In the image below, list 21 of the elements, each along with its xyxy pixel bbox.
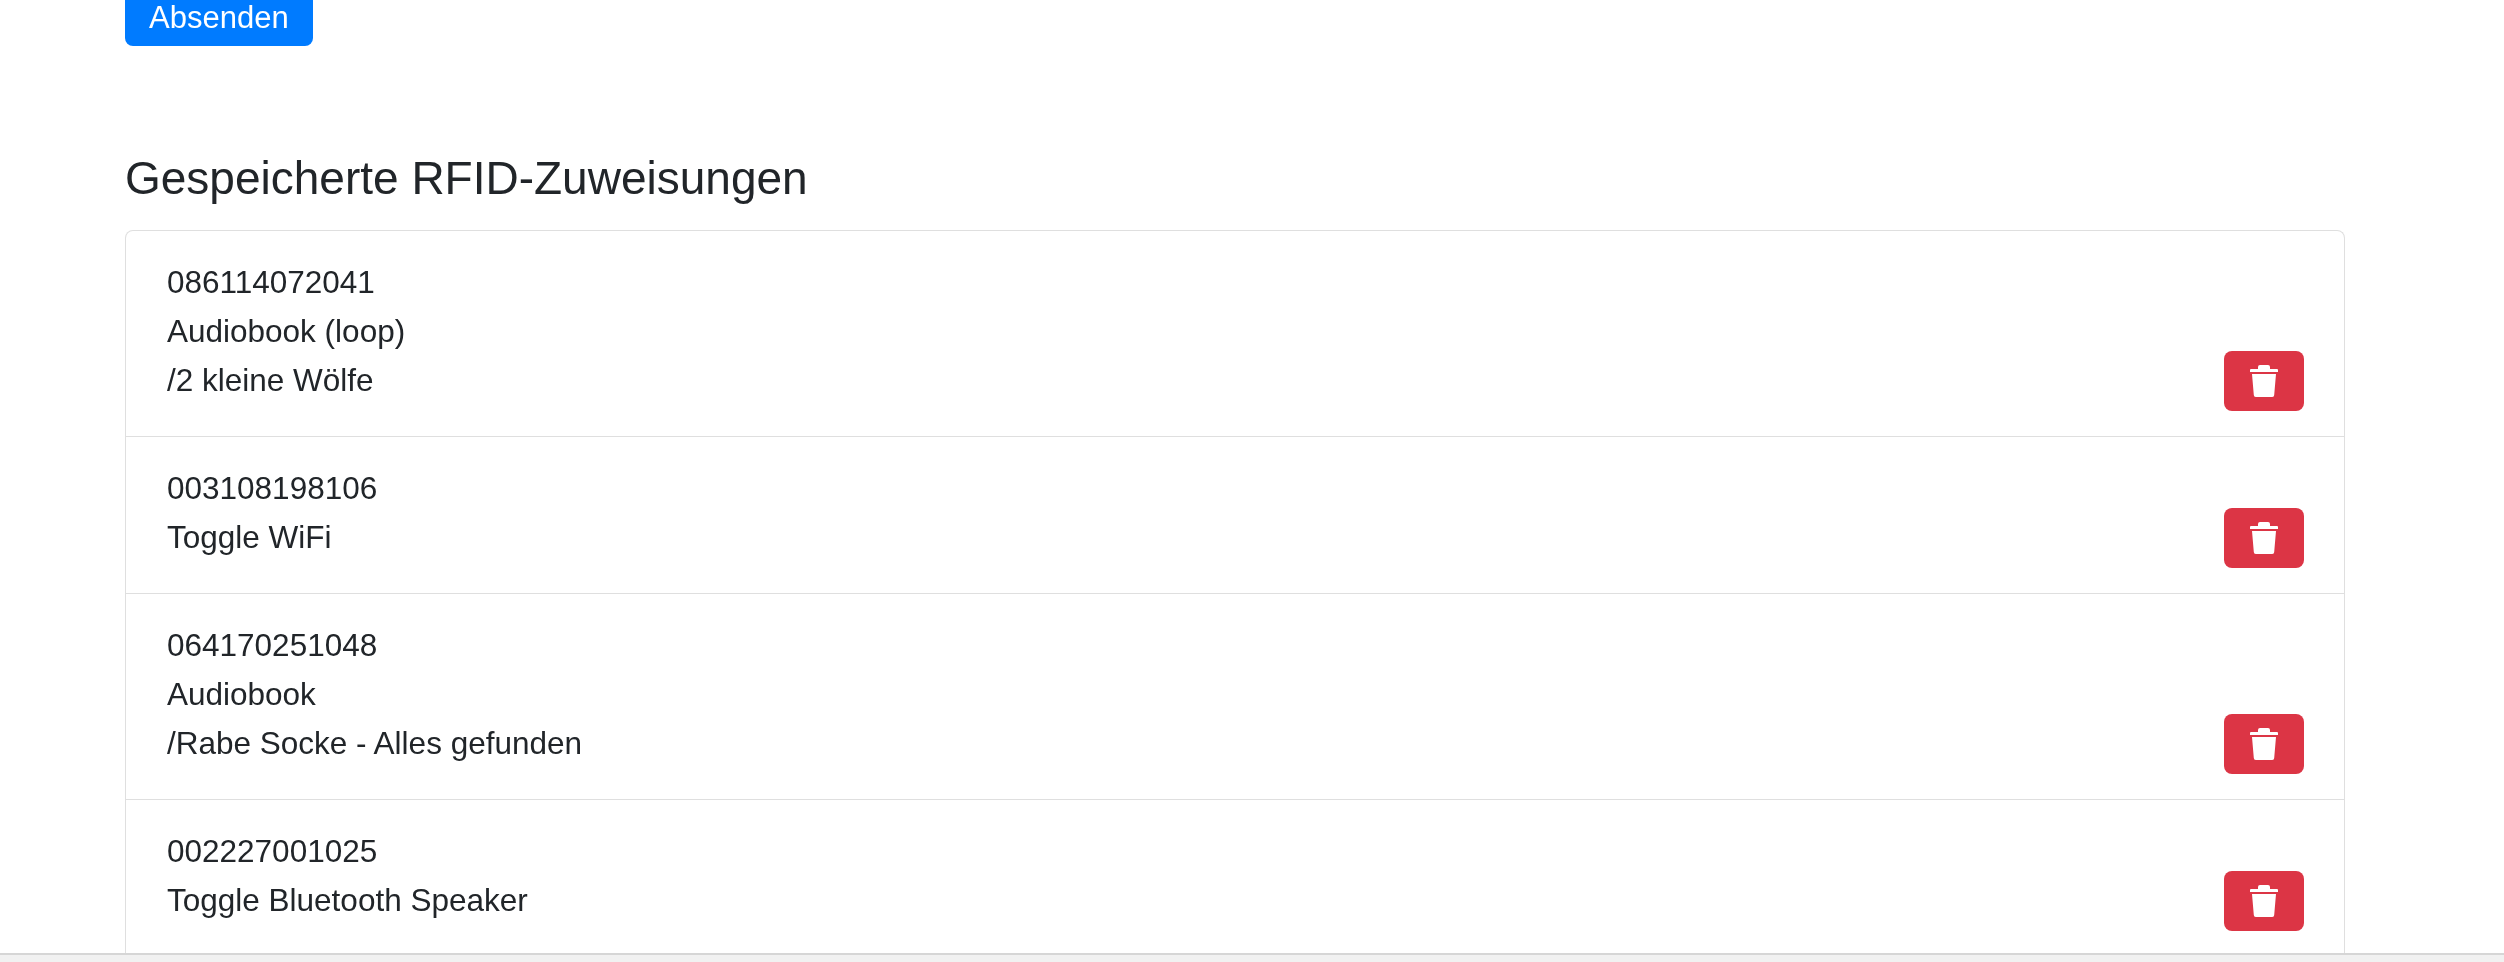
submit-button[interactable]: Absenden bbox=[125, 0, 313, 46]
rfid-tag-id: 003108198106 bbox=[167, 469, 378, 508]
rfid-tag-id: 064170251048 bbox=[167, 626, 379, 665]
section-title: Gespeicherte RFID-Zuweisungen bbox=[125, 151, 808, 205]
action-label: Toggle WiFi bbox=[167, 518, 333, 557]
delete-button[interactable] bbox=[2224, 871, 2304, 931]
rfid-tag-id: 002227001025 bbox=[167, 832, 379, 871]
delete-button[interactable] bbox=[2224, 714, 2304, 774]
action-label: Audiobook (loop) bbox=[167, 312, 406, 351]
delete-button[interactable] bbox=[2224, 351, 2304, 411]
trash-icon bbox=[2250, 365, 2278, 397]
rfid-tag-id: 086114072041 bbox=[167, 263, 376, 302]
action-label: Toggle Bluetooth Speaker bbox=[167, 881, 528, 920]
trash-icon bbox=[2250, 522, 2278, 554]
action-label: Audiobook bbox=[167, 675, 317, 714]
folder-path: /Rabe Socke - Alles gefunden bbox=[167, 724, 583, 763]
horizontal-scrollbar[interactable] bbox=[0, 953, 2504, 962]
trash-icon bbox=[2250, 728, 2278, 760]
folder-path: /2 kleine Wölfe bbox=[167, 361, 375, 400]
delete-button[interactable] bbox=[2224, 508, 2304, 568]
trash-icon bbox=[2250, 885, 2278, 917]
